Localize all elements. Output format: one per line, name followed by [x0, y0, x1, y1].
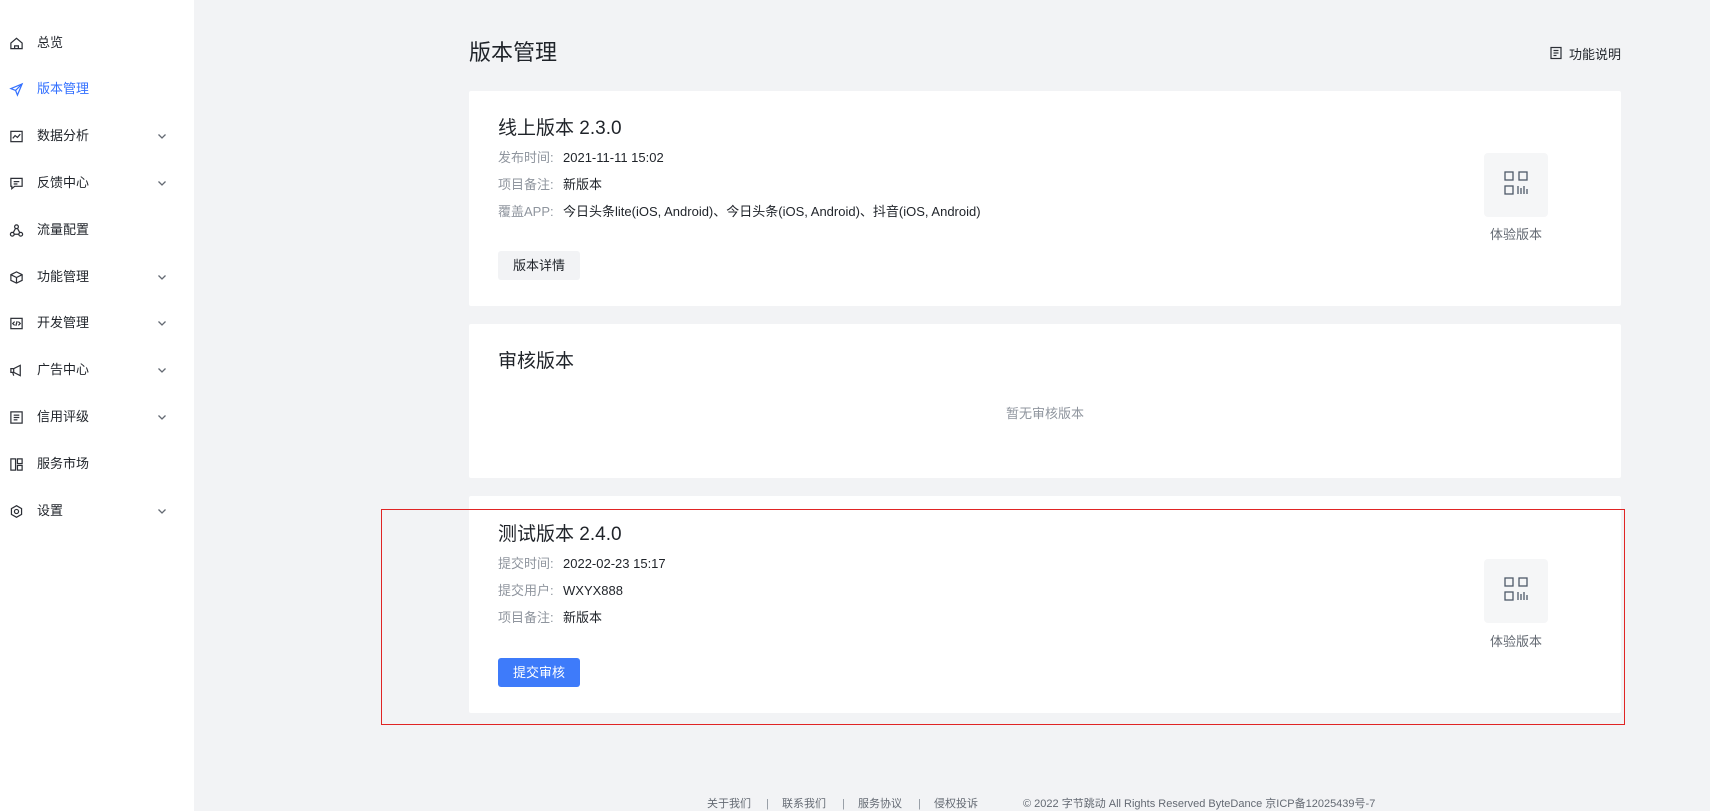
online-version-field: 项目备注: 新版本 — [498, 176, 602, 194]
sidebar-item-label: 开发管理 — [37, 315, 90, 330]
sidebar-item-credit-rating[interactable]: 信用评级 — [0, 397, 194, 437]
field-value: 新版本 — [563, 610, 603, 625]
page-title: 版本管理 — [469, 40, 558, 65]
online-version-field: 覆盖APP: 今日头条lite(iOS, Android)、今日头条(iOS, … — [498, 203, 981, 221]
chevron-down-icon — [156, 177, 168, 189]
review-version-title: 审核版本 — [498, 351, 575, 372]
sidebar-item-label: 功能管理 — [37, 269, 90, 284]
chevron-down-icon — [156, 411, 168, 423]
sidebar-item-label: 总览 — [37, 35, 64, 50]
sidebar-item-label: 设置 — [37, 503, 64, 518]
footer-link-about[interactable]: 关于我们 — [707, 797, 751, 811]
submit-review-button[interactable]: 提交审核 — [498, 658, 581, 687]
nodes-icon — [8, 222, 24, 238]
send-icon — [8, 81, 24, 97]
field-label: 项目备注: — [498, 610, 554, 625]
sidebar-item-label: 信用评级 — [37, 409, 90, 424]
sidebar-item-feature-management[interactable]: 功能管理 — [0, 257, 194, 297]
field-value: 2021-11-11 15:02 — [563, 150, 664, 165]
test-version-card: 测试版本 2.4.0 提交时间: 2022-02-23 15:17 提交用户: … — [469, 496, 1621, 713]
sidebar-item-ad-center[interactable]: 广告中心 — [0, 350, 194, 390]
cube-icon — [8, 269, 24, 285]
field-label: 发布时间: — [498, 150, 554, 165]
sidebar-item-label: 流量配置 — [37, 222, 90, 237]
sidebar-item-service-market[interactable]: 服务市场 — [0, 444, 194, 484]
sidebar-item-dev-management[interactable]: 开发管理 — [0, 303, 194, 343]
footer-separator: | — [918, 798, 921, 810]
help-link-label: 功能说明 — [1569, 46, 1622, 62]
footer-link-contact[interactable]: 联系我们 — [782, 797, 826, 811]
qr-code-button[interactable] — [1484, 559, 1548, 623]
empty-state-text: 暂无审核版本 — [1005, 406, 1084, 421]
sidebar-item-data-analysis[interactable]: 数据分析 — [0, 116, 194, 156]
field-label: 项目备注: — [498, 177, 554, 192]
megaphone-icon — [8, 362, 24, 378]
online-version-field: 发布时间: 2021-11-11 15:02 — [498, 149, 664, 167]
home-icon — [8, 35, 24, 51]
field-value: WXYX888 — [563, 583, 623, 598]
footer-copyright: © 2022 字节跳动 All Rights Reserved ByteDanc… — [1023, 798, 1376, 810]
version-details-button[interactable]: 版本详情 — [498, 251, 581, 280]
qr-code-icon — [1503, 170, 1529, 201]
message-icon — [8, 175, 24, 191]
field-label: 覆盖APP: — [498, 204, 554, 219]
qr-code-icon — [1503, 576, 1529, 607]
sidebar-item-label: 数据分析 — [37, 128, 90, 143]
test-version-field: 提交用户: WXYX888 — [498, 582, 623, 600]
test-version-field: 提交时间: 2022-02-23 15:17 — [498, 555, 666, 573]
online-version-title: 线上版本 2.3.0 — [498, 118, 622, 139]
field-label: 提交用户: — [498, 583, 554, 598]
chevron-down-icon — [156, 130, 168, 142]
sidebar-item-version-management[interactable]: 版本管理 — [0, 69, 194, 109]
chevron-down-icon — [156, 317, 168, 329]
chevron-down-icon — [156, 271, 168, 283]
footer-separator: | — [766, 798, 769, 810]
sidebar-item-label: 服务市场 — [37, 456, 90, 471]
field-value: 2022-02-23 15:17 — [563, 556, 666, 571]
sidebar-item-overview[interactable]: 总览 — [0, 23, 194, 63]
field-value: 新版本 — [563, 177, 603, 192]
list-icon — [8, 409, 24, 425]
qr-code-label: 体验版本 — [1489, 634, 1542, 649]
code-icon — [8, 315, 24, 331]
test-version-title: 测试版本 2.4.0 — [498, 524, 622, 545]
layout-icon — [8, 456, 24, 472]
online-version-card: 线上版本 2.3.0 发布时间: 2021-11-11 15:02 项目备注: … — [469, 91, 1621, 306]
document-icon — [1549, 46, 1563, 60]
qr-code-label: 体验版本 — [1489, 227, 1542, 242]
field-value: 今日头条lite(iOS, Android)、今日头条(iOS, Android… — [563, 204, 981, 219]
footer-separator: | — [842, 798, 845, 810]
chart-icon — [8, 128, 24, 144]
sidebar: 总览 版本管理 数据分析 反馈中心 流量配置 功能管理 开发管理 广告中心 信用… — [0, 0, 194, 811]
footer: 关于我们 | 联系我们 | 服务协议 | 侵权投诉 © 2022 字节跳动 Al… — [0, 797, 1710, 811]
sidebar-item-label: 广告中心 — [37, 362, 90, 377]
test-version-field: 项目备注: 新版本 — [498, 609, 602, 627]
gear-icon — [8, 503, 24, 519]
review-version-card: 审核版本 暂无审核版本 — [469, 324, 1621, 478]
sidebar-item-label: 版本管理 — [37, 81, 90, 96]
sidebar-item-settings[interactable]: 设置 — [0, 491, 194, 531]
sidebar-item-traffic-config[interactable]: 流量配置 — [0, 210, 194, 250]
qr-code-button[interactable] — [1484, 153, 1548, 217]
chevron-down-icon — [156, 364, 168, 376]
help-link[interactable]: 功能说明 — [1549, 43, 1621, 63]
chevron-down-icon — [156, 505, 168, 517]
sidebar-item-feedback-center[interactable]: 反馈中心 — [0, 163, 194, 203]
footer-link-infringement[interactable]: 侵权投诉 — [934, 797, 978, 811]
footer-link-terms[interactable]: 服务协议 — [858, 797, 902, 811]
field-label: 提交时间: — [498, 556, 554, 571]
sidebar-item-label: 反馈中心 — [37, 175, 90, 190]
